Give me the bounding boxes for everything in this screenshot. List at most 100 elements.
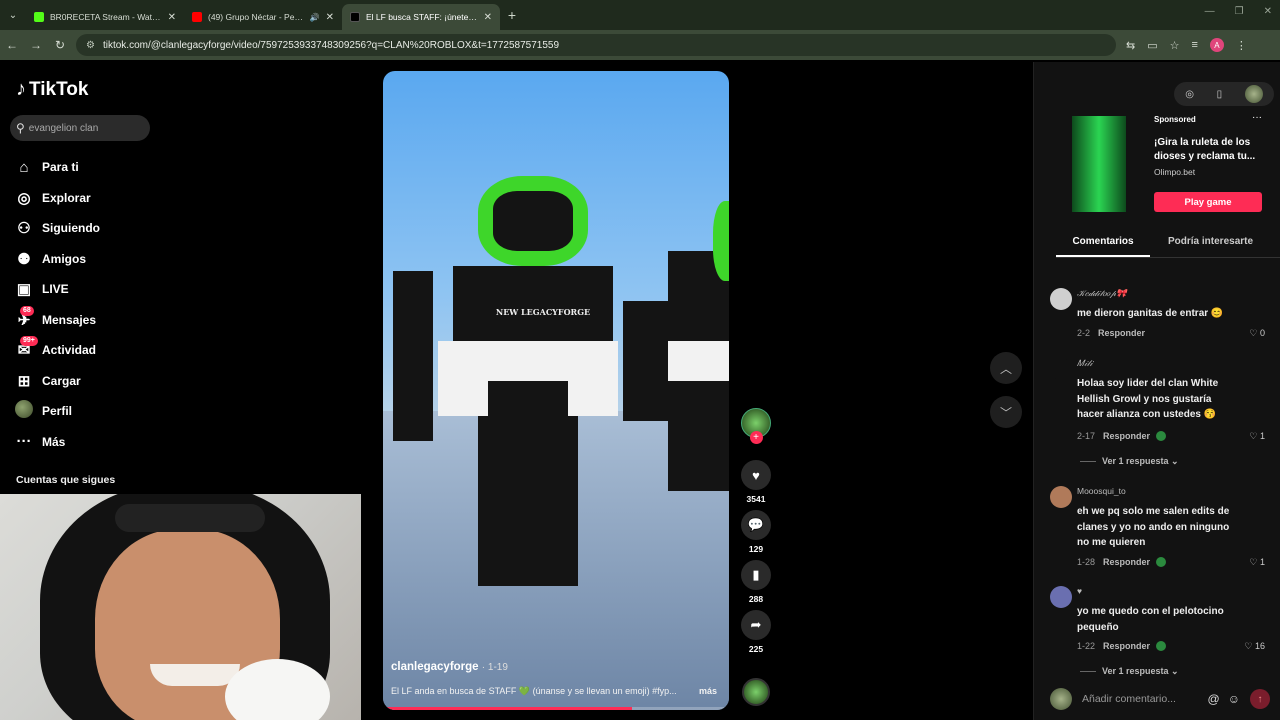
save-button[interactable]: ▮ 288 (740, 560, 772, 604)
send-button[interactable]: ↑ (1250, 689, 1270, 709)
comment-like-button[interactable]: ♡ 0 (1249, 328, 1265, 339)
comment-date: 2-2 (1077, 328, 1091, 338)
comment-input[interactable]: Añadir comentario... (1082, 693, 1200, 705)
commenter-avatar[interactable] (1050, 586, 1072, 608)
sidebar-item-para-ti[interactable]: ⌂ Para ti (14, 152, 100, 183)
sidebar-item-mas[interactable]: ··· Más (14, 427, 100, 458)
tab-comentarios[interactable]: Comentarios (1056, 236, 1150, 257)
comment-date: 1-28 (1077, 557, 1096, 567)
url-text: tiktok.com/@clanlegacyforge/video/759725… (102, 39, 560, 51)
commenter-avatar[interactable] (1050, 288, 1072, 310)
comment-username[interactable]: 𝒦𝑒𝒹𝒹𝒾𝓉𝑜𝑜𝓅🎀 (1077, 288, 1127, 299)
ad-site: Olimpo.bet (1154, 167, 1196, 177)
site-info-icon[interactable]: ⚙ (86, 40, 95, 51)
close-window-icon[interactable]: ✕ (1264, 6, 1272, 17)
shirt-logo-text: NEW LEGACYFORGE (495, 307, 591, 317)
video-player[interactable]: NEW LEGACYFORGE clanlegacyforge · 1-19 E… (383, 71, 729, 710)
view-replies-button[interactable]: Ver 1 respuesta ⌄ (1080, 666, 1179, 677)
new-tab-button[interactable]: + (500, 7, 524, 23)
reply-button[interactable]: Responder (1103, 557, 1150, 567)
bookmark-star-icon[interactable]: ☆ (1170, 39, 1180, 52)
play-game-button[interactable]: Play game (1154, 192, 1262, 212)
following-accounts-header: Cuentas que sigues (16, 474, 116, 486)
search-input[interactable]: ⚲ evangelion clan (10, 115, 150, 141)
sidebar-item-live[interactable]: ▣ LIVE (14, 274, 100, 305)
share-icon: ➦ (741, 610, 771, 640)
sidebar-item-mensajes[interactable]: ✈ 68 Mensajes (14, 305, 100, 336)
close-tab-icon[interactable]: ✕ (168, 12, 176, 23)
compass-icon[interactable]: ◎ (1185, 89, 1194, 100)
comment-text: me dieron ganitas de entrar 😊 (1077, 308, 1224, 319)
sidebar-item-amigos[interactable]: ⚉ Amigos (14, 244, 100, 275)
profile-avatar (15, 400, 33, 419)
comment-username[interactable]: 𝑀𝒾𝓁𝒾 (1077, 358, 1093, 369)
mention-icon[interactable]: @ (1208, 692, 1220, 706)
tiktok-logo[interactable]: ♪ TikTok (16, 78, 88, 101)
comment-button[interactable]: 💬 129 (740, 510, 772, 554)
phone-icon[interactable]: ▯ (1217, 89, 1223, 100)
comment-text: eh we pq solo me salen edits de clanes y… (1077, 506, 1230, 548)
ad-options-icon[interactable]: ··· (1252, 112, 1262, 123)
translate-icon[interactable]: ⇆ (1126, 39, 1135, 52)
reload-icon[interactable]: ↻ (48, 38, 72, 52)
forward-icon[interactable]: → (24, 38, 48, 52)
close-tab-icon[interactable]: ✕ (484, 12, 492, 23)
tab-podria-interesarte[interactable]: Podría interesarte (1168, 236, 1253, 257)
speaker-icon[interactable]: 🔊 (310, 13, 320, 22)
browser-menu-icon[interactable]: ⋮ (1236, 39, 1247, 52)
video-progress-bar[interactable] (383, 707, 729, 710)
creator-liked-icon (1156, 557, 1167, 567)
tiktok-note-icon: ♪ (16, 78, 26, 100)
reply-button[interactable]: Responder (1103, 431, 1150, 441)
comment-username[interactable]: Mooosqui_to (1077, 486, 1126, 496)
browser-tab-3[interactable]: El LF busca STAFF: ¡únete y llev ✕ (342, 4, 500, 30)
browser-tab-2[interactable]: (49) Grupo Néctar - Pecado 🔊 ✕ (184, 4, 342, 30)
previous-video-button[interactable]: ︿ (990, 352, 1022, 384)
live-icon: ▣ (16, 281, 32, 299)
sidebar-item-explorar[interactable]: ◎ Explorar (14, 183, 100, 214)
comment-like-button[interactable]: ♡ 1 (1249, 431, 1265, 442)
share-button[interactable]: ➦ 225 (740, 610, 772, 654)
url-field[interactable]: ⚙ tiktok.com/@clanlegacyforge/video/7597… (76, 34, 1116, 56)
reading-list-icon[interactable]: ≡ (1192, 39, 1198, 51)
commenter-avatar[interactable] (1050, 486, 1072, 508)
tab-search-chevron-icon[interactable]: ⌄ (0, 0, 26, 30)
video-actions: + ♥ 3541 💬 129 ▮ 288 ➦ 225 (740, 408, 772, 660)
sidebar-nav: ⌂ Para ti ◎ Explorar ⚇ Siguiendo ⚉ Amigos ▣ L… (14, 152, 100, 457)
maximize-icon[interactable]: ❐ (1235, 6, 1244, 17)
reply-button[interactable]: Responder (1103, 641, 1150, 651)
user-avatar[interactable] (1244, 85, 1263, 103)
like-button[interactable]: ♥ 3541 (740, 460, 772, 504)
sidebar-item-cargar[interactable]: ⊞ Cargar (14, 366, 100, 397)
upload-icon: ⊞ (17, 372, 31, 390)
share-count: 225 (748, 644, 764, 654)
profile-avatar[interactable]: A (1209, 38, 1224, 52)
comment-like-button[interactable]: ♡ 16 (1244, 641, 1265, 652)
comment-item: 𝒦𝑒𝒹𝒹𝒾𝓉𝑜𝑜𝓅🎀 me dieron ganitas de entrar 😊… (1050, 288, 1275, 348)
video-author[interactable]: clanlegacyforge · 1-19 (391, 661, 508, 673)
minimize-icon[interactable]: — (1205, 6, 1215, 17)
emoji-icon[interactable]: ☺ (1228, 692, 1240, 706)
next-video-button[interactable]: ﹀ (990, 396, 1022, 428)
browser-tab-1[interactable]: BR0RECETA Stream - Watch Liv ✕ (26, 4, 184, 30)
comment-like-button[interactable]: ♡ 1 (1249, 557, 1265, 568)
music-disc-icon[interactable] (742, 678, 770, 706)
reply-button[interactable]: Responder (1098, 328, 1145, 338)
view-replies-button[interactable]: Ver 1 respuesta ⌄ (1080, 456, 1179, 467)
more-link[interactable]: más (699, 686, 717, 696)
commenter-avatar[interactable] (1050, 358, 1072, 380)
ad-title[interactable]: ¡Gira la ruleta de los dioses y reclama … (1154, 136, 1269, 164)
address-bar: ← → ↻ ⚙ tiktok.com/@clanlegacyforge/vide… (0, 30, 1280, 60)
comment-username[interactable]: ♥ (1077, 586, 1082, 596)
back-icon[interactable]: ← (0, 38, 24, 52)
chevron-up-icon: ︿ (999, 361, 1012, 376)
right-panel: ◎ ▯ Sponsored ··· ¡Gira la ruleta de los… (1033, 62, 1280, 720)
ad-thumbnail[interactable] (1072, 116, 1126, 212)
sidebar-item-perfil[interactable]: Perfil (14, 396, 100, 427)
install-app-icon[interactable]: ▭ (1147, 39, 1157, 52)
bookmark-icon: ▮ (741, 560, 771, 590)
close-tab-icon[interactable]: ✕ (326, 12, 334, 23)
follow-plus-icon[interactable]: + (749, 431, 763, 444)
sidebar-item-actividad[interactable]: ✉ 99+ Actividad (14, 335, 100, 366)
sidebar-item-siguiendo[interactable]: ⚇ Siguiendo (14, 213, 100, 244)
